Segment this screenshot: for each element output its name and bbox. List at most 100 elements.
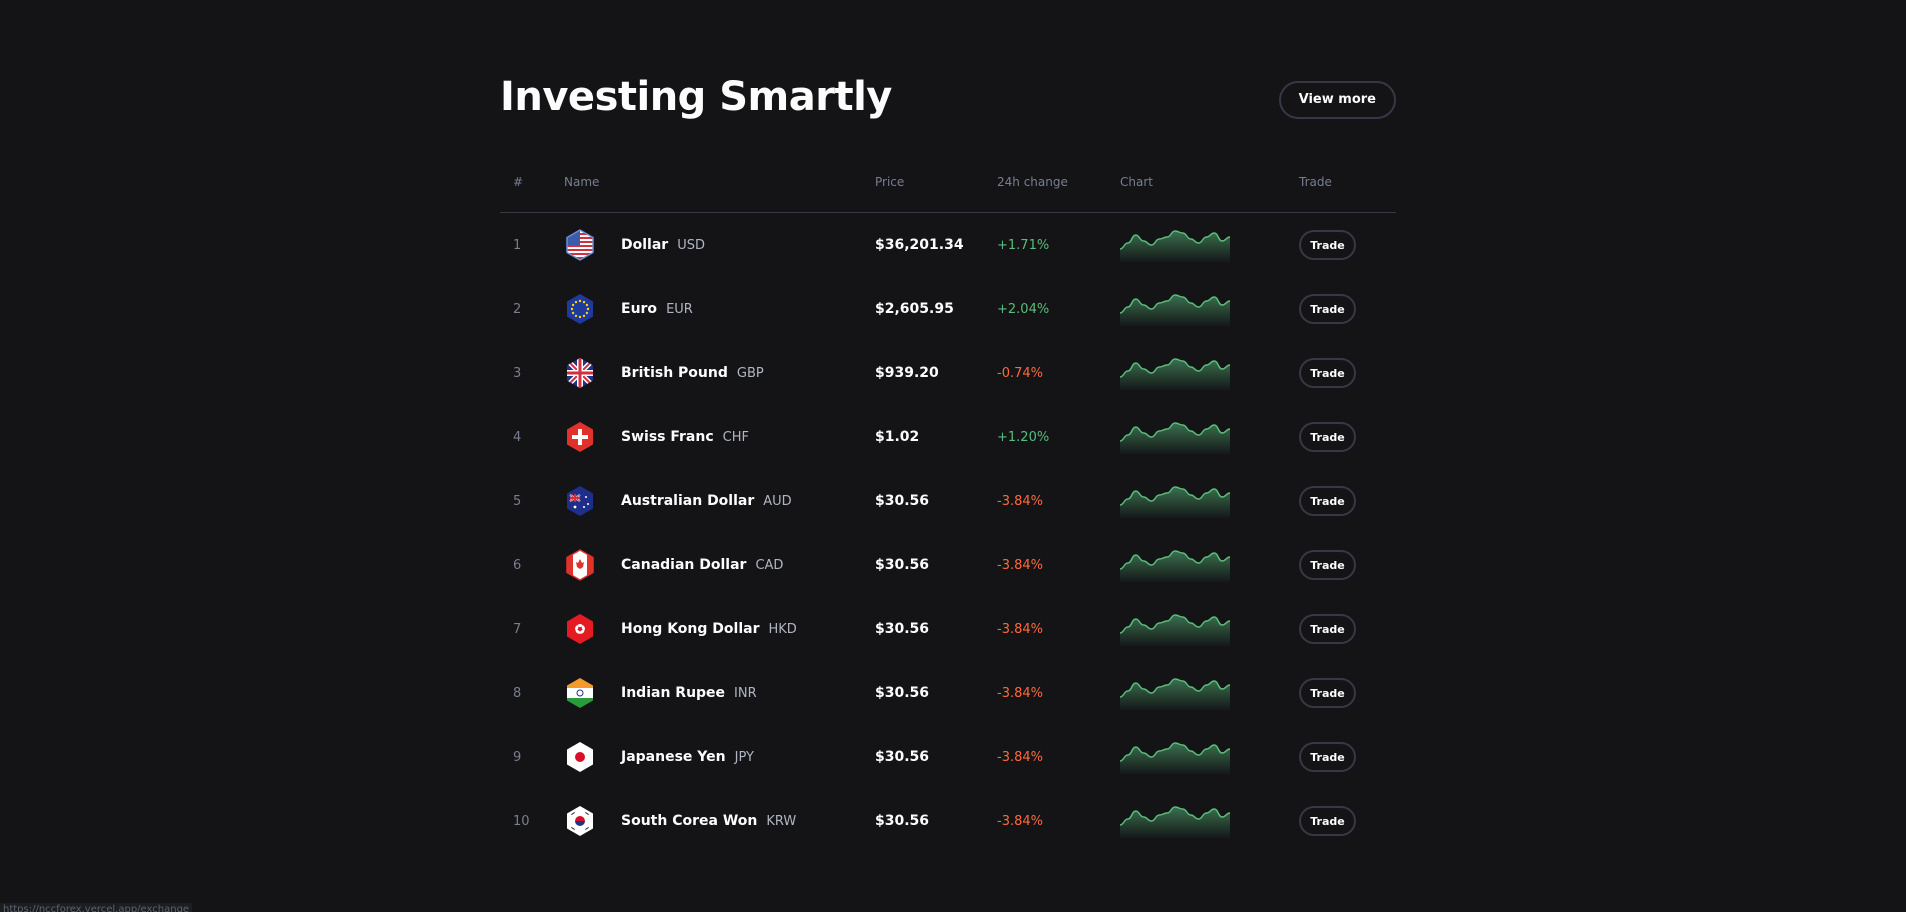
trade-button[interactable]: Trade — [1299, 230, 1356, 260]
currency-code: JPY — [734, 749, 754, 765]
table-row: 5 Australian Dollar AUD $30.56 -3.84% Tr… — [500, 469, 1396, 533]
currency-change: -3.84% — [997, 621, 1043, 637]
table-header: # Name Price 24h change Chart Trade — [500, 160, 1396, 213]
currency-price: $30.56 — [875, 621, 930, 637]
chart-cell — [1120, 277, 1230, 341]
trade-button[interactable]: Trade — [1299, 550, 1356, 580]
currency-code: INR — [734, 685, 757, 701]
currency-price: $36,201.34 — [875, 237, 964, 253]
currency-price: $1.02 — [875, 429, 920, 445]
row-rank: 4 — [513, 429, 522, 445]
table-row: 4 Swiss Franc CHF $1.02 +1.20% Trade — [500, 405, 1396, 469]
table-row: 2 Euro EUR $2,605.95 +2.04% Trade — [500, 277, 1396, 341]
sparkline-chart — [1120, 806, 1230, 839]
trade-button[interactable]: Trade — [1299, 742, 1356, 772]
currency-code: GBP — [736, 365, 764, 381]
currency-price: $30.56 — [875, 685, 930, 701]
section-header: Investing Smartly View more — [500, 0, 1396, 160]
column-header-name: Name — [564, 175, 600, 189]
currency-name-cell[interactable]: Dollar USD — [621, 213, 705, 277]
currency-code: EUR — [666, 301, 693, 317]
table-row: 7 Hong Kong Dollar HKD $30.56 -3.84% Tra… — [500, 597, 1396, 661]
chart-cell — [1120, 533, 1230, 597]
currency-price: $2,605.95 — [875, 301, 954, 317]
table-row: 6 Canadian Dollar CAD $30.56 -3.84% Trad… — [500, 533, 1396, 597]
currency-name: Australian Dollar — [621, 493, 755, 509]
trade-cell: Trade — [1299, 533, 1356, 597]
chart-cell — [1120, 341, 1230, 405]
trade-button[interactable]: Trade — [1299, 486, 1356, 516]
sparkline-chart — [1120, 550, 1230, 583]
sparkline-chart — [1120, 678, 1230, 711]
trade-button[interactable]: Trade — [1299, 422, 1356, 452]
currency-price: $30.56 — [875, 813, 930, 829]
currency-price: $30.56 — [875, 493, 930, 509]
column-header-price: Price — [875, 175, 905, 189]
currency-name: Hong Kong Dollar — [621, 621, 760, 637]
chart-cell — [1120, 213, 1230, 277]
currency-name: Japanese Yen — [621, 749, 726, 765]
currency-change: +1.71% — [997, 237, 1050, 253]
currency-name: Indian Rupee — [621, 685, 726, 701]
currency-name: Swiss Franc — [621, 429, 714, 445]
currency-change: -3.84% — [997, 557, 1043, 573]
currency-name-cell[interactable]: Euro EUR — [621, 277, 693, 341]
eu-flag-icon — [564, 277, 596, 341]
currency-name: Canadian Dollar — [621, 557, 747, 573]
currency-code: AUD — [763, 493, 792, 509]
ch-flag-icon — [564, 405, 596, 469]
us-flag-icon — [564, 213, 596, 277]
sparkline-chart — [1120, 422, 1230, 455]
row-rank: 5 — [513, 493, 522, 509]
trade-cell: Trade — [1299, 597, 1356, 661]
column-header-change: 24h change — [997, 175, 1068, 189]
currency-price: $939.20 — [875, 365, 939, 381]
currency-name-cell[interactable]: British Pound GBP — [621, 341, 764, 405]
table-row: 10 South Corea Won KRW $30.56 -3.84% Tra… — [500, 789, 1396, 853]
row-rank: 10 — [513, 813, 530, 829]
sparkline-chart — [1120, 358, 1230, 391]
row-rank: 3 — [513, 365, 522, 381]
currency-code: KRW — [766, 813, 797, 829]
trade-cell: Trade — [1299, 277, 1356, 341]
trade-button[interactable]: Trade — [1299, 358, 1356, 388]
column-header-trade: Trade — [1299, 175, 1332, 189]
chart-cell — [1120, 597, 1230, 661]
currency-code: USD — [677, 237, 705, 253]
sparkline-chart — [1120, 486, 1230, 519]
currency-table-body: 1 Dollar USD $36,201.34 +1.71% Trade 2 E… — [500, 213, 1396, 853]
currency-name-cell[interactable]: Canadian Dollar CAD — [621, 533, 783, 597]
currency-change: -0.74% — [997, 365, 1043, 381]
trade-button[interactable]: Trade — [1299, 678, 1356, 708]
currency-name-cell[interactable]: South Corea Won KRW — [621, 789, 796, 853]
currency-code: CHF — [722, 429, 749, 445]
trade-button[interactable]: Trade — [1299, 806, 1356, 836]
trade-cell: Trade — [1299, 341, 1356, 405]
view-more-button[interactable]: View more — [1278, 81, 1396, 119]
chart-cell — [1120, 661, 1230, 725]
currency-name-cell[interactable]: Hong Kong Dollar HKD — [621, 597, 797, 661]
trade-cell: Trade — [1299, 469, 1356, 533]
trade-button[interactable]: Trade — [1299, 614, 1356, 644]
sparkline-chart — [1120, 294, 1230, 327]
sparkline-chart — [1120, 742, 1230, 775]
table-row: 3 British Pound GBP $939.20 -0.74% Trade — [500, 341, 1396, 405]
trade-cell: Trade — [1299, 405, 1356, 469]
currency-change: -3.84% — [997, 749, 1043, 765]
currency-name-cell[interactable]: Australian Dollar AUD — [621, 469, 792, 533]
jp-flag-icon — [564, 725, 596, 789]
section-title: Investing Smartly — [500, 74, 892, 120]
trade-cell: Trade — [1299, 661, 1356, 725]
row-rank: 9 — [513, 749, 522, 765]
currency-change: -3.84% — [997, 493, 1043, 509]
currency-name-cell[interactable]: Japanese Yen JPY — [621, 725, 754, 789]
currency-name-cell[interactable]: Indian Rupee INR — [621, 661, 757, 725]
sparkline-chart — [1120, 230, 1230, 263]
currency-code: HKD — [768, 621, 797, 637]
table-row: 1 Dollar USD $36,201.34 +1.71% Trade — [500, 213, 1396, 277]
trade-button[interactable]: Trade — [1299, 294, 1356, 324]
in-flag-icon — [564, 661, 596, 725]
trade-cell: Trade — [1299, 213, 1356, 277]
currency-name: Euro — [621, 301, 658, 317]
currency-name-cell[interactable]: Swiss Franc CHF — [621, 405, 749, 469]
